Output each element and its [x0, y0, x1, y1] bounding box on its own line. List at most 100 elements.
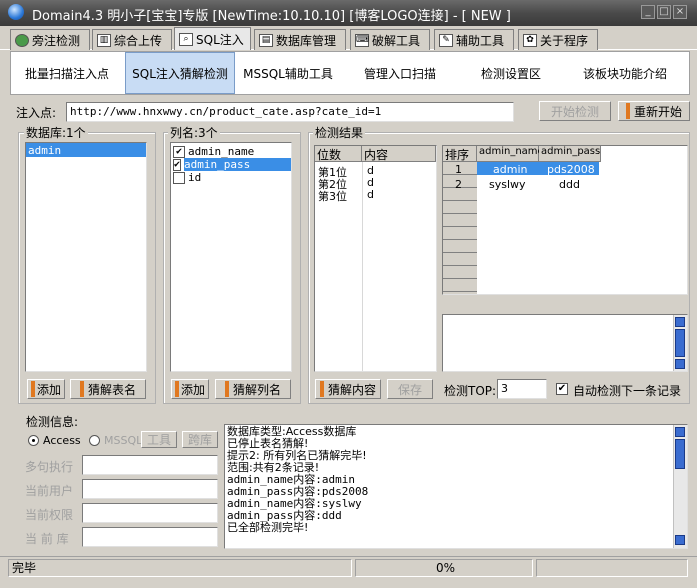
subtab-mssql-tools[interactable]: MSSQL辅助工具 — [237, 52, 339, 94]
tab-side-detect[interactable]: 旁注检测 — [10, 29, 90, 50]
top-input[interactable]: 3 — [497, 379, 547, 399]
current-perm-label: 当前权限 — [25, 508, 74, 522]
chart-icon: ▥ — [97, 33, 111, 47]
radio-selected-icon[interactable] — [28, 435, 39, 446]
database-count-label: 数据库:1个 — [24, 124, 88, 141]
pos-header-content: 内容 — [362, 146, 436, 162]
table-row: 2 — [455, 178, 462, 191]
records-header-order: 排序 — [443, 146, 477, 162]
auto-next-checkbox[interactable]: ✔ — [556, 383, 568, 395]
start-detect-button[interactable]: 开始检测 — [539, 101, 611, 121]
current-perm-field[interactable] — [82, 503, 218, 523]
close-button[interactable]: × — [673, 5, 687, 19]
subtab-intro[interactable]: 该板块功能介绍 — [563, 52, 687, 94]
current-user-label: 当前用户 — [25, 484, 74, 498]
scroll-up-icon[interactable] — [675, 317, 685, 327]
guess-content-button[interactable]: 猜解内容 — [315, 379, 381, 399]
subtab-sql-guess[interactable]: SQL注入猜解检测 — [125, 52, 235, 94]
pencil-icon: ✎ — [439, 33, 453, 47]
current-db-field[interactable] — [82, 527, 218, 547]
status-panel-empty — [536, 559, 688, 577]
progress-text: 0% — [355, 559, 533, 577]
globe-icon — [15, 33, 29, 47]
scroll-thumb[interactable] — [675, 439, 685, 469]
db-add-button[interactable]: 添加 — [27, 379, 65, 399]
main-tab-bar: 旁注检测 ▥ 综合上传 ⌕ SQL注入 ▤ 数据库管理 ⌨ 破解工具 ✎ 辅助工… — [0, 26, 697, 50]
table-cell: d — [367, 188, 374, 201]
result-label: 检测结果 — [313, 124, 366, 141]
table-cell: admin — [493, 163, 528, 176]
guess-table-button[interactable]: 猜解表名 — [70, 379, 146, 399]
status-bar: 完毕 0% — [0, 556, 697, 578]
scroll-up-icon[interactable] — [675, 427, 685, 437]
keyboard-icon: ⌨ — [355, 33, 369, 47]
columns-list[interactable]: ✔ admin_name ✔ admin_pass id — [170, 142, 292, 372]
current-db-label: 当 前 库 — [25, 532, 69, 546]
table-cell: syslwy — [489, 178, 526, 191]
top-label: 检测TOP: — [444, 384, 497, 398]
scroll-down-icon[interactable] — [675, 359, 685, 369]
log-scrollbar[interactable] — [673, 425, 687, 548]
checkbox-checked-icon[interactable]: ✔ — [173, 158, 182, 171]
multi-exec-field[interactable] — [82, 455, 218, 475]
list-item[interactable]: id — [171, 171, 291, 184]
log-lines: 数据库类型:Access数据库 已停止表名猜解! 提示2: 所有列名已猜解完毕!… — [227, 426, 368, 534]
result-memo[interactable] — [442, 314, 688, 372]
info-label: 检测信息: — [24, 413, 81, 430]
pos-header-digit: 位数 — [315, 146, 362, 162]
status-text: 完毕 — [8, 559, 352, 577]
current-user-field[interactable] — [82, 479, 218, 499]
list-item[interactable]: ✔ admin_pass — [171, 158, 291, 171]
memo-scrollbar[interactable] — [673, 315, 687, 371]
list-item[interactable]: ✔ admin_name — [171, 145, 291, 158]
guess-column-button[interactable]: 猜解列名 — [215, 379, 291, 399]
table-cell: ddd — [559, 178, 580, 191]
minimize-button[interactable]: _ — [641, 5, 655, 19]
multi-exec-label: 多句执行 — [25, 460, 74, 474]
radio-unselected-icon[interactable] — [89, 435, 100, 446]
table-cell: pds2008 — [547, 163, 595, 176]
tab-db-manage[interactable]: ▤ 数据库管理 — [254, 29, 346, 50]
app-logo-icon — [8, 4, 24, 20]
columns-count-label: 列名:3个 — [168, 124, 220, 141]
gift-icon: ✿ — [523, 33, 537, 47]
restart-button[interactable]: 重新开始 — [618, 101, 690, 121]
radio-mssql[interactable]: MSSQL — [89, 434, 142, 447]
checkbox-checked-icon[interactable]: ✔ — [173, 145, 185, 158]
records-header-name: admin_name — [477, 146, 544, 162]
subtab-admin-scan[interactable]: 管理入口扫描 — [341, 52, 459, 94]
table-row: 1 — [455, 163, 462, 176]
cross-db-button[interactable]: 跨库 — [182, 431, 218, 448]
save-button[interactable]: 保存 — [387, 379, 433, 399]
sub-tab-bar: 批量扫描注入点 SQL注入猜解检测 MSSQL辅助工具 管理入口扫描 检测设置区… — [10, 51, 690, 95]
records-header-pass: admin_pass — [539, 146, 601, 162]
auto-next-label: 自动检测下一条记录 — [573, 384, 682, 398]
log-line: 已全部检测完毕! — [227, 521, 309, 534]
database-list[interactable]: admin — [25, 142, 147, 372]
scroll-down-icon[interactable] — [675, 535, 685, 545]
tab-sql-inject[interactable]: ⌕ SQL注入 — [174, 27, 251, 50]
maximize-button[interactable]: □ — [657, 5, 671, 19]
window-title: Domain4.3 明小子[宝宝]专版 [NewTime:10.10.10] [… — [32, 9, 511, 24]
col-add-button[interactable]: 添加 — [171, 379, 209, 399]
tab-crack-tools[interactable]: ⌨ 破解工具 — [350, 29, 430, 50]
magnifier-icon: ⌕ — [179, 32, 193, 46]
tab-upload[interactable]: ▥ 综合上传 — [92, 29, 172, 50]
log-textarea[interactable]: 数据库类型:Access数据库 已停止表名猜解! 提示2: 所有列名已猜解完毕!… — [224, 424, 688, 549]
inject-url-input[interactable]: http://www.hnxwwy.cn/product_cate.asp?ca… — [66, 102, 514, 122]
inject-label: 注入点: — [16, 106, 57, 120]
tool-button[interactable]: 工具 — [141, 431, 177, 448]
tab-about[interactable]: ✿ 关于程序 — [518, 29, 598, 50]
tab-aux-tools[interactable]: ✎ 辅助工具 — [434, 29, 514, 50]
list-item[interactable]: admin — [26, 143, 146, 157]
table-row: 第3位 — [318, 190, 347, 203]
title-bar[interactable]: Domain4.3 明小子[宝宝]专版 [NewTime:10.10.10] [… — [0, 0, 697, 26]
scroll-thumb[interactable] — [675, 329, 685, 357]
position-grid[interactable]: 位数 内容 第1位 d 第2位 d 第3位 d — [314, 145, 437, 372]
checkbox-unchecked-icon[interactable] — [173, 171, 185, 184]
subtab-settings[interactable]: 检测设置区 — [461, 52, 561, 94]
radio-access[interactable]: Access — [28, 434, 81, 447]
records-grid[interactable]: 排序 admin_name admin_pass 1 admin pds2008… — [442, 145, 688, 295]
subtab-batch-scan[interactable]: 批量扫描注入点 — [11, 52, 123, 94]
database-icon: ▤ — [259, 33, 273, 47]
